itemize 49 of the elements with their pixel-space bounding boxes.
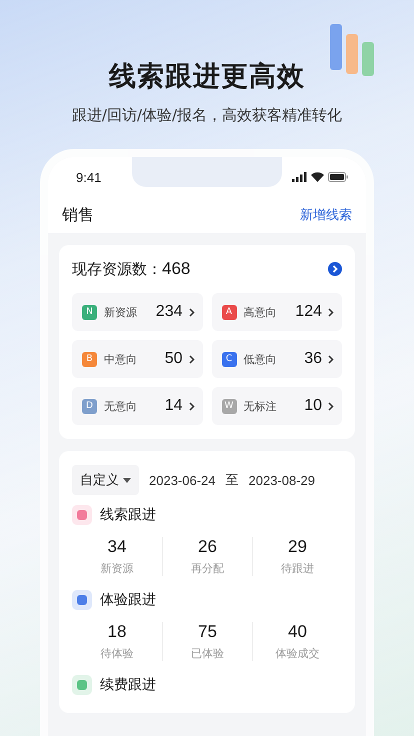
category-tile[interactable]: W 无标注 10 xyxy=(212,387,342,425)
stat-value: 18 xyxy=(108,622,126,642)
category-tile[interactable]: B 中意向 50 xyxy=(72,340,202,378)
battery-icon xyxy=(328,172,348,182)
stat-value: 75 xyxy=(198,622,217,642)
category-tile[interactable]: A 高意向 124 xyxy=(212,293,342,331)
add-lead-link[interactable]: 新增线索 xyxy=(300,206,352,224)
chevron-icon xyxy=(188,354,194,364)
page-title: 销售 xyxy=(62,204,94,226)
stat-label: 已体验 xyxy=(191,646,224,661)
category-badge: W xyxy=(222,398,236,414)
stat-label: 新资源 xyxy=(100,561,134,576)
category-badge: C xyxy=(222,352,236,366)
chevron-icon xyxy=(188,308,194,316)
signal-icon xyxy=(292,172,307,182)
category-badge: A xyxy=(222,304,236,320)
stat-label: 体验成交 xyxy=(276,646,320,661)
stat-label: 待体验 xyxy=(100,646,134,661)
section-title: 体验跟进 xyxy=(100,591,156,609)
category-tile[interactable]: C 低意向 36 xyxy=(212,340,342,378)
chevron-icon xyxy=(328,354,334,364)
category-badge: D xyxy=(82,398,97,414)
date-separator: 至 xyxy=(226,472,238,489)
section-title: 线索跟进 xyxy=(100,506,156,524)
chevron-icon xyxy=(328,402,334,410)
wifi-icon xyxy=(311,172,324,182)
section-title: 续费跟进 xyxy=(100,676,156,694)
headline: 线索跟进更高效 xyxy=(109,60,305,94)
category-tile[interactable]: D 无意向 14 xyxy=(72,387,202,425)
stat-value: 26 xyxy=(198,537,217,557)
stat-label: 待跟进 xyxy=(281,561,314,576)
stat-value: 40 xyxy=(288,622,307,642)
stat-label: 再分配 xyxy=(191,561,224,576)
start-date: 2023-06-24 xyxy=(149,472,216,488)
chevron-icon xyxy=(328,308,334,316)
end-date: 2023-08-29 xyxy=(248,472,315,488)
stat-value: 34 xyxy=(108,537,126,557)
summary-count: 468 xyxy=(162,259,190,279)
category-badge: N xyxy=(82,304,97,320)
filter-dropdown[interactable]: 自定义 xyxy=(72,465,139,495)
summary-label: 现存资源数： xyxy=(72,260,162,279)
status-time: 9:41 xyxy=(76,170,102,184)
stat-value: 29 xyxy=(288,537,307,557)
category-badge: B xyxy=(82,352,97,366)
chevron-icon xyxy=(188,402,194,410)
subtitle: 跟进/回访/体验/报名，高效获客精准转化 xyxy=(72,106,342,125)
caret-icon xyxy=(123,478,131,482)
category-tile[interactable]: N 新资源 234 xyxy=(72,293,202,331)
arrow-circle-icon[interactable] xyxy=(328,262,342,276)
